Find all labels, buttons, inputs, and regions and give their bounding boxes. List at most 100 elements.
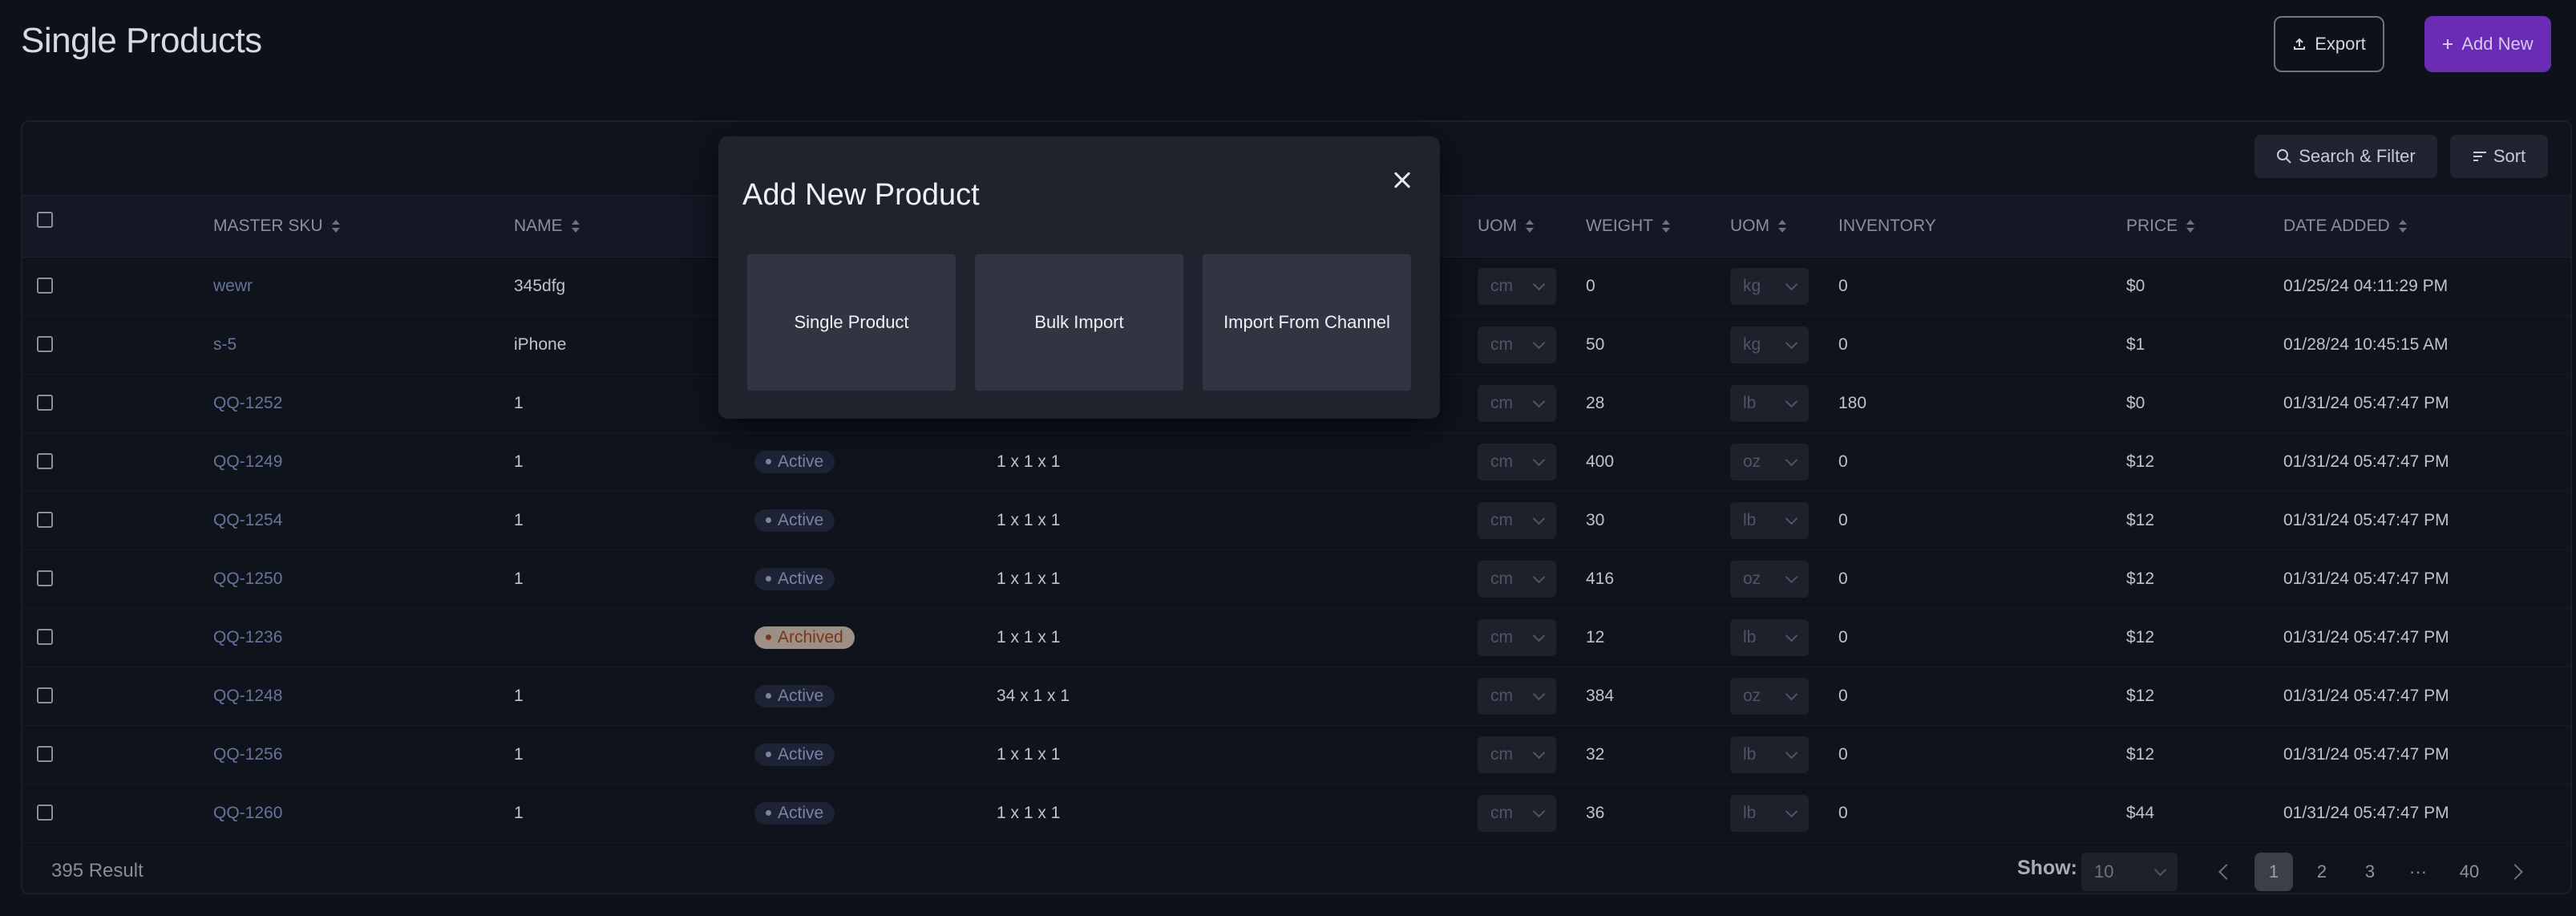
row-sku-link[interactable]: QQ-1248 — [213, 667, 282, 725]
weight-uom-select[interactable]: oz — [1730, 443, 1809, 480]
status-dot-icon — [766, 576, 771, 582]
weight-uom-select[interactable]: lb — [1730, 794, 1809, 832]
bulk-import-option[interactable]: Bulk Import — [975, 254, 1183, 391]
row-sku-link[interactable]: QQ-1250 — [213, 549, 282, 608]
row-checkbox[interactable] — [37, 805, 53, 821]
close-icon[interactable] — [1385, 164, 1417, 196]
row-checkbox[interactable] — [37, 336, 53, 352]
status-dot-icon — [766, 810, 771, 816]
row-name: 1 — [514, 510, 524, 529]
row-weight: 28 — [1586, 393, 1605, 412]
column-header-price[interactable]: PRICE — [2126, 196, 2195, 257]
chevron-down-icon — [1532, 805, 1546, 817]
page-ellipsis: ··· — [2409, 861, 2427, 882]
add-new-label: Add New — [2461, 34, 2534, 54]
table-row[interactable]: QQ-1249 1 Active 1 x 1 x 1 cm 400 oz 0 $12 01/31/… — [22, 432, 2570, 492]
row-price: $12 — [2126, 744, 2155, 764]
row-checkbox[interactable] — [37, 453, 53, 469]
table-row[interactable]: QQ-1256 1 Active 1 x 1 x 1 cm 32 lb 0 $12 01/31/2… — [22, 725, 2570, 784]
dimension-uom-select[interactable]: cm — [1478, 794, 1556, 832]
dimension-uom-select[interactable]: cm — [1478, 677, 1556, 715]
column-header-dim-uom[interactable]: UOM — [1478, 196, 1535, 257]
weight-uom-select[interactable]: lb — [1730, 618, 1809, 656]
dimension-uom-select[interactable]: cm — [1478, 384, 1556, 422]
table-row[interactable]: QQ-1248 1 Active 34 x 1 x 1 cm 384 oz 0 $12 01/31… — [22, 667, 2570, 726]
dimension-uom-select[interactable]: cm — [1478, 267, 1556, 305]
status-dot-icon — [766, 693, 771, 699]
row-date-added: 01/31/24 05:47:47 PM — [2283, 627, 2449, 646]
column-header-weight-uom[interactable]: UOM — [1730, 196, 1787, 257]
column-header-inventory: INVENTORY — [1838, 217, 1936, 235]
select-all-checkbox[interactable] — [37, 212, 53, 228]
row-price: $12 — [2126, 452, 2155, 471]
column-header-weight[interactable]: WEIGHT — [1586, 196, 1671, 257]
table-row[interactable]: QQ-1254 1 Active 1 x 1 x 1 cm 30 lb 0 $12 01/31/2… — [22, 491, 2570, 550]
page-40-button[interactable]: 40 — [2447, 853, 2492, 891]
single-product-option[interactable]: Single Product — [747, 254, 956, 391]
chevron-down-icon — [1785, 805, 1798, 817]
sort-lines-icon — [2473, 152, 2486, 161]
column-header-date-added[interactable]: DATE ADDED — [2283, 196, 2408, 257]
table-row[interactable]: QQ-1250 1 Active 1 x 1 x 1 cm 416 oz 0 $12 01/31/… — [22, 549, 2570, 609]
search-filter-label: Search & Filter — [2299, 146, 2416, 166]
weight-uom-select[interactable]: lb — [1730, 736, 1809, 773]
weight-uom-select[interactable]: lb — [1730, 384, 1809, 422]
page-3-button[interactable]: 3 — [2351, 853, 2389, 891]
weight-uom-select[interactable]: oz — [1730, 560, 1809, 598]
sort-arrows-icon — [2186, 218, 2195, 234]
column-header-master-sku[interactable]: MASTER SKU — [213, 196, 341, 257]
status-badge: Archived — [754, 626, 855, 649]
dimension-uom-select[interactable]: cm — [1478, 501, 1556, 539]
prev-page-button[interactable] — [2205, 853, 2243, 891]
row-sku-link[interactable]: QQ-1260 — [213, 784, 282, 842]
row-checkbox[interactable] — [37, 746, 53, 762]
plus-icon — [2443, 39, 2453, 49]
row-checkbox[interactable] — [37, 278, 53, 294]
row-sku-link[interactable]: QQ-1256 — [213, 725, 282, 784]
dimension-uom-select[interactable]: cm — [1478, 736, 1556, 773]
row-dimensions: 1 x 1 x 1 — [997, 510, 1061, 529]
chevron-down-icon — [1532, 453, 1546, 466]
row-inventory: 0 — [1838, 452, 1848, 471]
row-sku-link[interactable]: QQ-1252 — [213, 374, 282, 432]
row-checkbox[interactable] — [37, 512, 53, 528]
sort-button[interactable]: Sort — [2450, 135, 2548, 178]
next-page-button[interactable] — [2498, 853, 2537, 891]
row-checkbox[interactable] — [37, 687, 53, 703]
status-dot-icon — [766, 517, 771, 523]
row-price: $12 — [2126, 686, 2155, 705]
row-sku-link[interactable]: QQ-1249 — [213, 432, 282, 491]
weight-uom-select[interactable]: lb — [1730, 501, 1809, 539]
search-filter-button[interactable]: Search & Filter — [2255, 135, 2437, 178]
row-name: 1 — [514, 569, 524, 588]
page-1-button[interactable]: 1 — [2255, 853, 2293, 891]
weight-uom-select[interactable]: oz — [1730, 677, 1809, 715]
row-sku-link[interactable]: wewr — [213, 257, 253, 315]
dimension-uom-select[interactable]: cm — [1478, 618, 1556, 656]
weight-uom-select[interactable]: kg — [1730, 326, 1809, 363]
add-new-button[interactable]: Add New — [2424, 16, 2551, 72]
row-weight: 12 — [1586, 627, 1605, 646]
dimension-uom-select[interactable]: cm — [1478, 560, 1556, 598]
row-sku-link[interactable]: QQ-1254 — [213, 491, 282, 549]
dimension-uom-select[interactable]: cm — [1478, 326, 1556, 363]
sort-arrows-icon — [331, 218, 341, 234]
row-sku-link[interactable]: QQ-1236 — [213, 608, 282, 667]
table-row[interactable]: QQ-1260 1 Active 1 x 1 x 1 cm 36 lb 0 $44 01/31/2… — [22, 784, 2570, 843]
row-checkbox[interactable] — [37, 629, 53, 645]
weight-uom-select[interactable]: kg — [1730, 267, 1809, 305]
row-checkbox[interactable] — [37, 570, 53, 586]
search-icon — [2277, 149, 2291, 164]
row-dimensions: 1 x 1 x 1 — [997, 452, 1061, 471]
column-header-name[interactable]: NAME — [514, 196, 580, 257]
table-row[interactable]: QQ-1236 Archived 1 x 1 x 1 cm 12 lb 0 $12 01/31/… — [22, 608, 2570, 667]
row-inventory: 0 — [1838, 569, 1848, 588]
modal-title: Add New Product — [742, 178, 980, 212]
dimension-uom-select[interactable]: cm — [1478, 443, 1556, 480]
import-from-channel-option[interactable]: Import From Channel — [1203, 254, 1411, 391]
page-size-select[interactable]: 10 — [2081, 853, 2178, 891]
export-button[interactable]: Export — [2274, 16, 2384, 72]
row-sku-link[interactable]: s-5 — [213, 315, 237, 374]
row-checkbox[interactable] — [37, 395, 53, 411]
page-2-button[interactable]: 2 — [2303, 853, 2341, 891]
